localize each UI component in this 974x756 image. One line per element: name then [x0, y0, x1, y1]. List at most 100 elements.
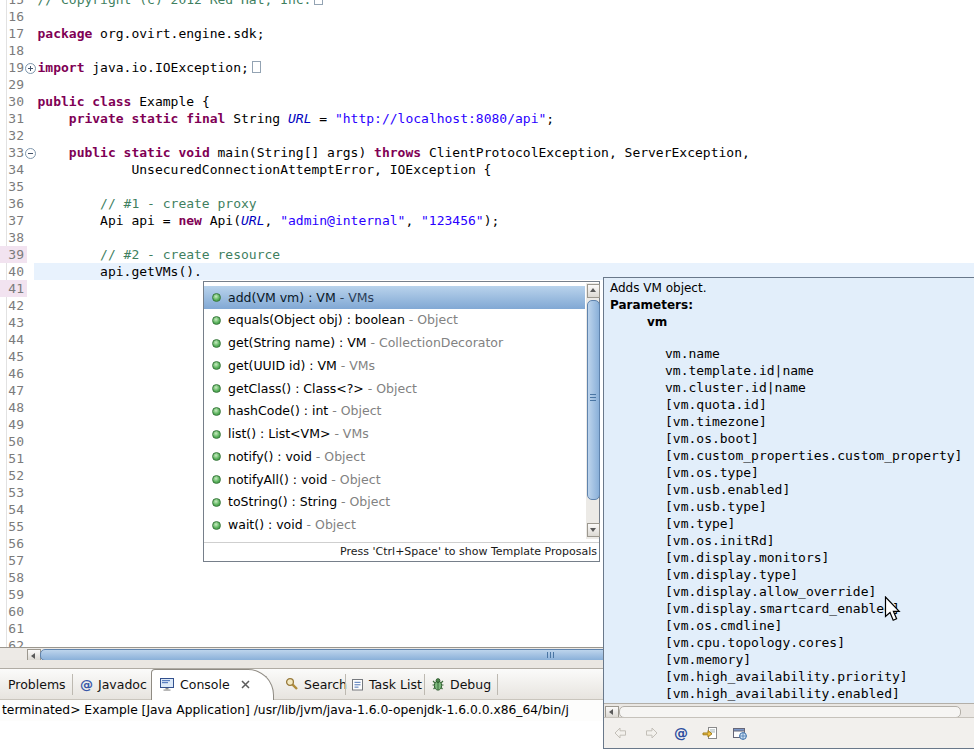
- problems-icon: [0, 678, 3, 691]
- gutter-row: 53: [0, 484, 27, 501]
- gutter-row: 15: [0, 0, 27, 8]
- gutter-row: 59: [0, 586, 27, 603]
- tab-debug[interactable]: Debug: [431, 669, 491, 699]
- fold-collapse-icon[interactable]: [25, 148, 36, 159]
- back-button[interactable]: [612, 726, 629, 740]
- gutter-row: 58: [0, 569, 27, 586]
- tab-label: Debug: [450, 677, 491, 692]
- public-method-icon: [212, 361, 221, 370]
- gutter-row: 47: [0, 382, 27, 399]
- proposal-item[interactable]: add(VM vm) : VM - VMs: [204, 286, 585, 309]
- line-number: 37: [0, 212, 24, 229]
- proposal-label: toString() : String - Object: [228, 490, 390, 513]
- proposal-item[interactable]: notify() : void - Object: [204, 445, 585, 468]
- line-number: 43: [0, 314, 24, 331]
- proposal-label: list() : List<VM> - VMs: [228, 422, 369, 445]
- line-number: 58: [0, 569, 24, 586]
- gutter-row: 52: [0, 467, 27, 484]
- proposal-item[interactable]: wait() : void - Object: [204, 513, 585, 536]
- javadoc-parameters-label: Parameters:: [610, 298, 693, 312]
- scroll-down-button[interactable]: [587, 523, 600, 537]
- vscrollbar-thumb[interactable]: [587, 300, 600, 500]
- line-number: 45: [0, 348, 24, 365]
- gutter-row: 56: [0, 535, 27, 552]
- javadoc-parameter-name: vm: [647, 315, 667, 329]
- proposal-label: notifyAll() : void - Object: [228, 468, 381, 491]
- proposal-item[interactable]: equals(Object obj) : boolean - Object: [204, 308, 585, 331]
- gutter-row: 51: [0, 450, 27, 467]
- open-declaration-button[interactable]: [702, 726, 718, 740]
- popup-footer-hint: Press 'Ctrl+Space' to show Template Prop…: [204, 542, 599, 561]
- gutter-row: 45: [0, 348, 27, 365]
- line-number: 48: [0, 399, 24, 416]
- proposal-item[interactable]: list() : List<VM> - VMs: [204, 422, 585, 445]
- scroll-up-button[interactable]: [587, 284, 600, 298]
- line-number: 56: [0, 535, 24, 552]
- tab-label: Problems: [8, 677, 66, 692]
- gutter-row: 18: [0, 42, 27, 59]
- javadoc-toolbar: @: [604, 717, 974, 748]
- hscrollbar-thumb[interactable]: [40, 649, 614, 661]
- proposal-item[interactable]: getClass() : Class<?> - Object: [204, 377, 585, 400]
- public-method-icon: [212, 521, 221, 530]
- tab-separator: [345, 674, 346, 695]
- line-number: 41: [0, 280, 24, 297]
- tab-separator: [72, 674, 73, 695]
- folded-region-box[interactable]: [314, 0, 323, 5]
- line-number: 16: [0, 8, 24, 25]
- line-number: 59: [0, 586, 24, 603]
- code-line: import java.io.IOException;: [38, 59, 261, 76]
- tab-search[interactable]: Search: [285, 669, 347, 699]
- tab-console-content[interactable]: Console: [160, 669, 255, 699]
- gutter-row: 19: [0, 59, 27, 76]
- proposal-label: equals(Object obj) : boolean - Object: [228, 308, 458, 331]
- code-line: private static final String URL = "http:…: [38, 110, 555, 127]
- code-line: Api api = new Api(URL, "admin@internal",…: [38, 212, 500, 229]
- proposal-item[interactable]: get(UUID id) : VM - VMs: [204, 354, 585, 377]
- proposal-label: notify() : void - Object: [228, 445, 365, 468]
- content-assist-popup[interactable]: add(VM vm) : VM - VMsequals(Object obj) …: [203, 281, 600, 562]
- public-method-icon: [212, 339, 221, 348]
- thumb-grip: [547, 652, 556, 658]
- proposal-item[interactable]: notifyAll() : void - Object: [204, 468, 585, 491]
- open-in-browser-button[interactable]: [732, 726, 748, 740]
- public-method-icon: [212, 316, 221, 325]
- line-number: 29: [0, 76, 24, 93]
- folded-region-box[interactable]: [252, 61, 261, 73]
- line-number: 32: [0, 127, 24, 144]
- proposal-list[interactable]: add(VM vm) : VM - VMsequals(Object obj) …: [204, 283, 585, 543]
- show-in-javadoc-view-button[interactable]: @: [674, 726, 688, 740]
- javadoc-hscrollbar[interactable]: [604, 703, 974, 717]
- javadoc-description: Adds VM object.: [610, 281, 706, 295]
- console-icon: [160, 678, 175, 691]
- scroll-left-button[interactable]: [605, 706, 619, 718]
- public-method-icon: [212, 293, 221, 302]
- forward-button[interactable]: [643, 726, 660, 740]
- javadoc-hover-panel[interactable]: Adds VM object. Parameters: vm vm.name v…: [603, 277, 974, 749]
- line-number: 46: [0, 365, 24, 382]
- popup-vscrollbar[interactable]: [586, 283, 599, 539]
- debug-icon: [431, 678, 445, 691]
- line-number: 54: [0, 501, 24, 518]
- tab-javadoc[interactable]: @ Javadoc: [80, 669, 147, 699]
- proposal-item[interactable]: get(String name) : VM - CollectionDecora…: [204, 331, 585, 354]
- proposal-item[interactable]: toString() : String - Object: [204, 490, 585, 513]
- proposal-label: wait() : void - Object: [228, 513, 356, 536]
- javadoc-hscrollbar-thumb[interactable]: [619, 706, 961, 718]
- gutter-row: 37: [0, 212, 27, 229]
- public-method-icon: [212, 498, 221, 507]
- line-number: 38: [0, 229, 24, 246]
- proposal-item[interactable]: hashCode() : int - Object: [204, 399, 585, 422]
- gutter-row: 39: [0, 246, 27, 263]
- gutter-row: 57: [0, 552, 27, 569]
- fold-expand-icon[interactable]: [25, 63, 36, 74]
- tab-problems[interactable]: Problems: [0, 669, 66, 699]
- line-number: 39: [0, 246, 24, 263]
- tab-tasklist[interactable]: Task List: [351, 669, 422, 699]
- line-number: 55: [0, 518, 24, 535]
- code-line: public class Example {: [38, 93, 210, 110]
- line-number: 17: [0, 25, 24, 42]
- public-method-icon: [212, 475, 221, 484]
- close-icon[interactable]: [241, 680, 250, 689]
- line-number: 31: [0, 110, 24, 127]
